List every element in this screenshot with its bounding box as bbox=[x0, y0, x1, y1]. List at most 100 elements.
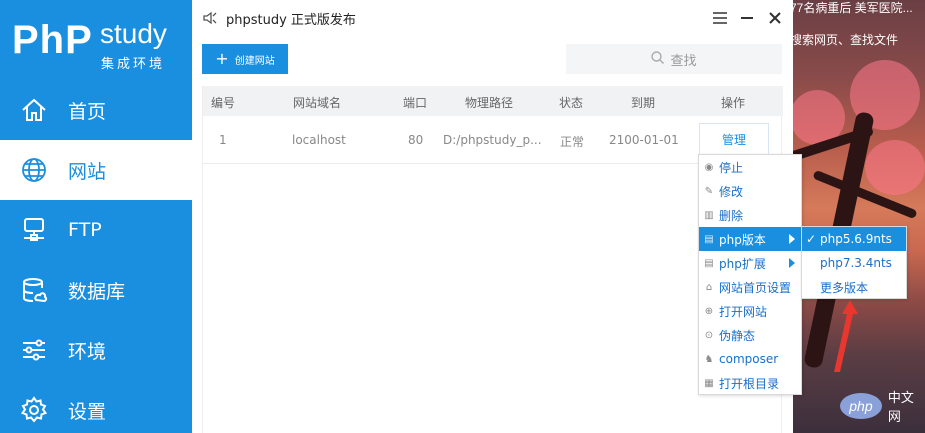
cell-domain: localhost bbox=[292, 133, 346, 147]
cell-id: 1 bbox=[219, 133, 227, 147]
column-header-port: 端口 bbox=[403, 96, 428, 110]
sidebar-item-label: 网站 bbox=[68, 160, 107, 183]
menu-item-label: 删除 bbox=[719, 208, 744, 223]
sidebar-item-label: 设置 bbox=[68, 400, 107, 423]
menu-item-label: php版本 bbox=[719, 232, 766, 247]
sidebar-item-ftp[interactable]: FTP bbox=[0, 200, 192, 260]
composer-icon: ♞ bbox=[704, 353, 714, 365]
phpstudy-window: PhP study 集成环境 首页 网站 FTP 数据库 环境 设置 phpst… bbox=[0, 0, 793, 433]
php-extension-icon: ▤ bbox=[704, 257, 714, 269]
submenu-item-php5-6-9nts[interactable]: ✓ php5.6.9nts bbox=[802, 227, 906, 251]
menu-item-composer[interactable]: ♞ composer bbox=[699, 347, 801, 371]
close-icon[interactable] bbox=[766, 9, 784, 27]
sliders-icon bbox=[0, 336, 68, 364]
sidebar-item-environment[interactable]: 环境 bbox=[0, 320, 192, 380]
watermark: php 中文网 bbox=[840, 387, 925, 425]
sidebar-item-database[interactable]: 数据库 bbox=[0, 260, 192, 320]
sidebar-item-home[interactable]: 首页 bbox=[0, 80, 192, 140]
menu-item-homepage-settings[interactable]: ⌂ 网站首页设置 bbox=[699, 275, 801, 299]
sidebar: PhP study 集成环境 首页 网站 FTP 数据库 环境 设置 bbox=[0, 0, 192, 433]
menu-item-php-version[interactable]: ▤ php版本 bbox=[699, 227, 801, 251]
sidebar-item-label: 数据库 bbox=[68, 280, 126, 303]
watermark-text: 中文网 bbox=[887, 390, 914, 424]
database-icon bbox=[0, 276, 68, 304]
window-title: phpstudy 正式版发布 bbox=[226, 12, 356, 28]
cell-status: 正常 bbox=[560, 135, 585, 149]
menu-item-rewrite[interactable]: ⊙ 伪静态 bbox=[699, 323, 801, 347]
sidebar-item-label: 首页 bbox=[68, 100, 107, 123]
desktop-search-text[interactable]: 搜索网页、查找文件 bbox=[790, 31, 898, 48]
php-watermark-logo: php bbox=[840, 393, 882, 419]
desktop-news-text: 77名病重后 美军医院... bbox=[790, 1, 913, 15]
blossom-cluster bbox=[865, 140, 925, 195]
title-bar: phpstudy 正式版发布 bbox=[192, 0, 793, 36]
submenu-arrow-icon bbox=[789, 234, 795, 244]
folder-open-icon: ▦ bbox=[704, 377, 714, 389]
submenu-item-php7-3-4nts[interactable]: php7.3.4nts bbox=[802, 251, 906, 275]
menu-item-php-extension[interactable]: ▤ php扩展 bbox=[699, 251, 801, 275]
sidebar-item-website[interactable]: 网站 bbox=[0, 140, 192, 200]
sidebar-item-label: FTP bbox=[68, 219, 102, 241]
menu-item-label: 网站首页设置 bbox=[719, 280, 792, 295]
sidebar-item-settings[interactable]: 设置 bbox=[0, 380, 192, 433]
column-header-action: 操作 bbox=[721, 96, 746, 110]
submenu-item-label: php5.6.9nts bbox=[820, 232, 892, 246]
app-logo: PhP study 集成环境 bbox=[0, 0, 192, 80]
speaker-icon[interactable] bbox=[202, 10, 218, 26]
menu-item-open-website[interactable]: ⊕ 打开网站 bbox=[699, 299, 801, 323]
menu-item-label: 打开网站 bbox=[719, 304, 768, 319]
website-table: 编号 网站域名 端口 物理路径 状态 到期 操作 1 localhost 80 … bbox=[202, 86, 783, 433]
column-header-path: 物理路径 bbox=[465, 96, 514, 110]
cell-port: 80 bbox=[408, 133, 424, 147]
menu-item-delete[interactable]: ▥ 删除 bbox=[699, 203, 801, 227]
pencil-icon: ✎ bbox=[704, 185, 714, 197]
submenu-arrow-icon bbox=[789, 258, 795, 268]
cell-path: D:/phpstudy_p... bbox=[443, 133, 542, 147]
home-small-icon: ⌂ bbox=[705, 281, 713, 293]
column-header-id: 编号 bbox=[211, 96, 236, 110]
menu-item-label: 停止 bbox=[719, 160, 744, 175]
column-header-status: 状态 bbox=[559, 96, 584, 110]
menu-item-label: composer bbox=[719, 352, 779, 366]
globe-small-icon: ⊕ bbox=[704, 305, 714, 317]
home-icon bbox=[0, 96, 68, 124]
table-row[interactable]: 1 localhost 80 D:/phpstudy_p... 正常 2100-… bbox=[203, 116, 783, 164]
submenu-item-more-versions[interactable]: 更多版本 bbox=[802, 275, 906, 299]
manage-button[interactable]: 管理 bbox=[699, 123, 769, 155]
globe-icon bbox=[0, 156, 68, 184]
menu-item-label: php扩展 bbox=[719, 256, 766, 271]
checkmark-icon: ✓ bbox=[805, 232, 817, 246]
create-website-button[interactable]: + 创建网站 bbox=[202, 44, 288, 74]
menu-item-label: 修改 bbox=[719, 184, 744, 199]
search-placeholder: 查找 bbox=[670, 53, 697, 69]
logo-study-text: study bbox=[100, 18, 167, 49]
logo-php-text: PhP bbox=[12, 18, 93, 62]
annotation-arrow bbox=[834, 300, 858, 372]
table-header: 编号 网站域名 端口 物理路径 状态 到期 操作 bbox=[203, 86, 783, 116]
gear-icon bbox=[0, 396, 68, 424]
menu-icon[interactable] bbox=[711, 9, 729, 27]
php-version-icon: ▤ bbox=[704, 233, 714, 245]
sidebar-item-label: 环境 bbox=[68, 340, 107, 363]
minimize-icon[interactable] bbox=[738, 9, 756, 27]
php-version-submenu: ✓ php5.6.9nts php7.3.4nts 更多版本 bbox=[801, 226, 907, 299]
column-header-expire: 到期 bbox=[631, 96, 656, 110]
create-website-label: 创建网站 bbox=[234, 55, 275, 67]
menu-item-label: 伪静态 bbox=[719, 328, 756, 343]
logo-subtitle: 集成环境 bbox=[101, 57, 166, 72]
search-icon bbox=[651, 50, 665, 68]
plus-icon: + bbox=[215, 49, 229, 68]
menu-item-open-root-dir[interactable]: ▦ 打开根目录 bbox=[699, 371, 801, 395]
manage-context-menu: ◉ 停止 ✎ 修改 ▥ 删除 ▤ php版本 ▤ php扩展 ⌂ 网站首页设置 … bbox=[698, 154, 802, 395]
trash-icon: ▥ bbox=[704, 209, 714, 221]
submenu-item-label: php7.3.4nts bbox=[820, 256, 892, 270]
search-input[interactable]: 查找 bbox=[566, 44, 782, 74]
menu-item-label: 打开根目录 bbox=[719, 376, 780, 391]
submenu-item-label: 更多版本 bbox=[820, 280, 869, 295]
menu-item-stop[interactable]: ◉ 停止 bbox=[699, 155, 801, 179]
rewrite-icon: ⊙ bbox=[704, 329, 714, 341]
menu-item-edit[interactable]: ✎ 修改 bbox=[699, 179, 801, 203]
cell-expire: 2100-01-01 bbox=[609, 133, 679, 147]
ftp-server-icon bbox=[0, 216, 68, 244]
column-header-domain: 网站域名 bbox=[293, 96, 342, 110]
